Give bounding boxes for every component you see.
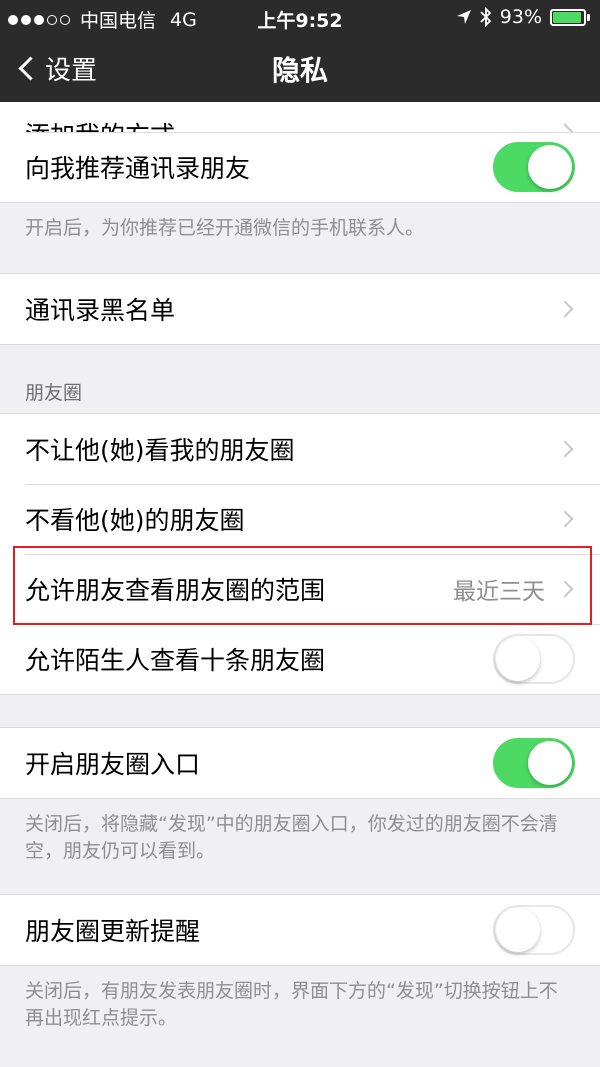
- row-label: 朋友圈更新提醒: [25, 917, 201, 946]
- settings-group-recommend: 添加我的方式 向我推荐通讯录朋友: [0, 102, 600, 203]
- chevron-right-icon: [556, 510, 574, 528]
- list-item-moments-entry: 开启朋友圈入口: [0, 728, 600, 798]
- settings-list: 添加我的方式 向我推荐通讯录朋友 开启后，为你推荐已经开通微信的手机联系人。 通…: [0, 102, 600, 1031]
- list-item-add-me-methods[interactable]: 添加我的方式: [0, 102, 600, 132]
- location-arrow-icon: [456, 10, 471, 24]
- list-item-contacts-blacklist[interactable]: 通讯录黑名单: [0, 274, 600, 344]
- list-item-moments-update-reminder: 朋友圈更新提醒: [0, 895, 600, 965]
- battery-icon: [550, 8, 590, 26]
- settings-group-moments-update: 朋友圈更新提醒: [0, 894, 600, 966]
- row-label: 允许朋友查看朋友圈的范围: [25, 576, 326, 605]
- row-label: 通讯录黑名单: [25, 296, 176, 325]
- chevron-right-icon: [556, 300, 574, 318]
- moments-update-toggle[interactable]: [493, 905, 575, 955]
- row-label: 不看他(她)的朋友圈: [25, 506, 245, 535]
- chevron-right-icon: [556, 580, 574, 598]
- list-item-hide-my-moments[interactable]: 不让他(她)看我的朋友圈: [0, 414, 600, 484]
- navigation-bar: 设置 隐私: [0, 34, 600, 102]
- row-label: 向我推荐通讯录朋友: [25, 154, 251, 183]
- battery-percent: 93%: [499, 6, 542, 28]
- list-item-hide-their-moments[interactable]: 不看他(她)的朋友圈: [0, 484, 600, 554]
- row-label: 不让他(她)看我的朋友圈: [25, 436, 295, 465]
- moments-range-value: 最近三天: [453, 579, 545, 605]
- status-bar: 中国电信 4G 上午9:52 93%: [0, 0, 600, 34]
- settings-group-blacklist: 通讯录黑名单: [0, 273, 600, 345]
- chevron-right-icon: [556, 440, 574, 458]
- chevron-right-icon: [556, 123, 574, 132]
- settings-group-moments: 不让他(她)看我的朋友圈 不看他(她)的朋友圈 允许朋友查看朋友圈的范围 最近三…: [0, 413, 600, 695]
- list-item-moments-visible-range[interactable]: 允许朋友查看朋友圈的范围 最近三天: [0, 554, 600, 624]
- list-item-stranger-ten-posts: 允许陌生人查看十条朋友圈: [0, 624, 600, 694]
- settings-group-moments-entry: 开启朋友圈入口: [0, 727, 600, 799]
- bluetooth-icon: [480, 7, 492, 27]
- recommend-contacts-toggle[interactable]: [493, 142, 575, 192]
- moments-entry-footer-note: 关闭后，将隐藏“发现”中的朋友圈入口，你发过的朋友圈不会清空，朋友仍可以看到。: [25, 813, 558, 862]
- stranger-ten-posts-toggle[interactable]: [493, 634, 575, 684]
- moments-entry-toggle[interactable]: [493, 738, 575, 788]
- list-item-recommend-contacts: 向我推荐通讯录朋友: [0, 132, 600, 202]
- section-header-moments: 朋友圈: [25, 382, 83, 404]
- row-label: 添加我的方式: [25, 123, 559, 132]
- row-label: 允许陌生人查看十条朋友圈: [25, 646, 326, 675]
- page-title: 隐私: [271, 54, 328, 87]
- moments-update-footer-note: 关闭后，有朋友发表朋友圈时，界面下方的“发现”切换按钮上不再出现红点提示。: [25, 980, 558, 1029]
- recommend-footer-note: 开启后，为你推荐已经开通微信的手机联系人。: [25, 217, 425, 239]
- row-label: 开启朋友圈入口: [25, 750, 201, 779]
